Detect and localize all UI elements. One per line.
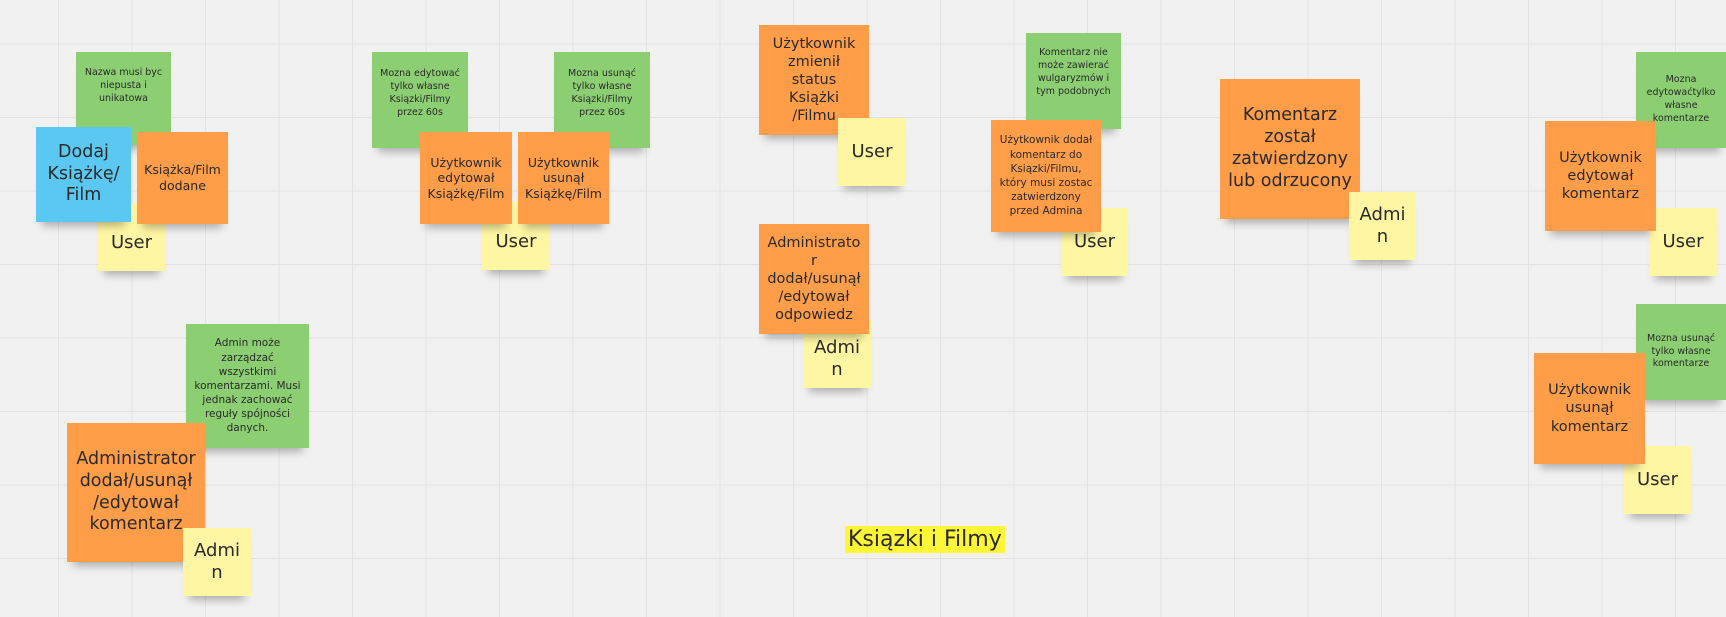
sticky-event-item-deleted[interactable]: Użytkownik usunął Książkę/Film: [518, 132, 609, 224]
sticky-event-admin-answer[interactable]: Administrator dodał/usunął /edytował odp…: [759, 224, 869, 334]
sticky-command-add-item[interactable]: Dodaj Książkę/ Film: [36, 127, 131, 222]
whiteboard-canvas[interactable]: Nazwa musi byc niepusta i unikatowa User…: [0, 0, 1726, 617]
sticky-actor-user[interactable]: User: [838, 118, 906, 186]
sticky-event-item-added[interactable]: Książka/Film dodane: [137, 132, 228, 224]
sticky-actor-user[interactable]: User: [1649, 208, 1717, 276]
sticky-actor-admin[interactable]: Admin: [183, 528, 251, 596]
sticky-event-comment-deleted[interactable]: Użytkownik usunął komentarz: [1534, 353, 1645, 464]
sticky-event-item-edited[interactable]: Użytkownik edytował Książkę/Film: [420, 132, 512, 224]
sticky-actor-admin[interactable]: Admin: [1349, 192, 1416, 260]
sticky-rule-delete-own-comments[interactable]: Mozna usunąć tylko własne komentarze: [1636, 304, 1726, 400]
sticky-event-comment-reviewed[interactable]: Komentarz został zatwierdzony lub odrzuc…: [1220, 79, 1360, 219]
sticky-event-comment-added[interactable]: Użytkownik dodał komentarz do Ksiązki/Fi…: [991, 120, 1101, 232]
board-title[interactable]: Ksiązki i Filmy: [845, 526, 1005, 553]
sticky-rule-no-profanity[interactable]: Komentarz nie może zawierać wulgaryzmów …: [1026, 33, 1121, 129]
sticky-event-comment-edited[interactable]: Użytkownik edytował komentarz: [1545, 121, 1656, 231]
